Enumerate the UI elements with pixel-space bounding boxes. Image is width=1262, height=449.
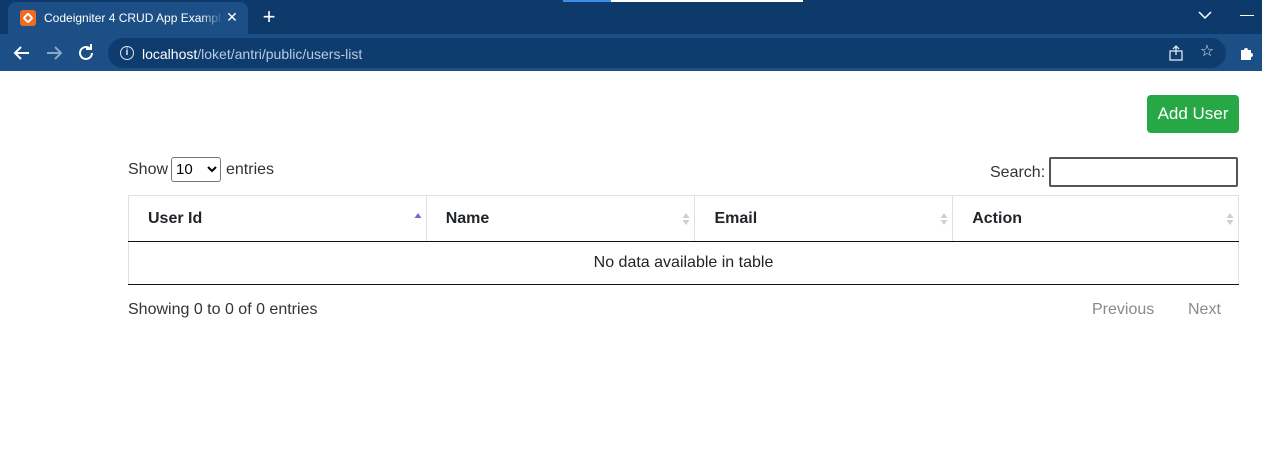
chevron-down-icon[interactable] [1196, 6, 1214, 24]
url-text[interactable]: localhost/loket/antri/public/users-list [142, 46, 362, 62]
close-tab-icon[interactable]: ✕ [224, 9, 240, 25]
entries-per-page-select[interactable]: 10 [171, 157, 221, 182]
extensions-puzzle-icon[interactable] [1238, 44, 1256, 62]
table-info: Showing 0 to 0 of 0 entries [128, 301, 318, 318]
browser-tab[interactable]: Codeigniter 4 CRUD App Example ✕ [8, 2, 248, 34]
next-page-button[interactable]: Next [1188, 301, 1221, 319]
tab-title: Codeigniter 4 CRUD App Example [44, 11, 220, 25]
browser-toolbar: i localhost/loket/antri/public/users-lis… [0, 34, 1262, 71]
minimize-window-button[interactable] [1240, 15, 1254, 16]
column-header-action[interactable]: Action [952, 195, 1239, 242]
users-table: User Id Name Email Action No data availa… [128, 195, 1239, 285]
sort-both-icon [940, 213, 948, 225]
new-tab-button[interactable]: + [258, 6, 280, 28]
tab-title-fade [200, 8, 224, 28]
entries-label: entries [226, 161, 275, 178]
sort-ascending-icon [414, 213, 422, 218]
loading-indicator [563, 0, 803, 2]
url-path: /loket/antri/public/users-list [197, 46, 363, 62]
search-label: Search: [990, 164, 1046, 181]
share-icon[interactable] [1168, 45, 1184, 61]
empty-table-message: No data available in table [128, 241, 1239, 285]
column-label: Name [445, 209, 490, 227]
column-label: Email [714, 209, 758, 227]
reload-icon[interactable] [74, 41, 98, 65]
address-bar[interactable]: i localhost/loket/antri/public/users-lis… [108, 38, 1226, 68]
table-row: No data available in table [128, 241, 1239, 285]
forward-arrow-icon[interactable] [42, 41, 66, 65]
browser-titlebar: Codeigniter 4 CRUD App Example ✕ + [0, 0, 1262, 34]
add-user-button[interactable]: Add User [1147, 95, 1239, 133]
search-input[interactable] [1049, 157, 1238, 187]
previous-page-button[interactable]: Previous [1092, 301, 1154, 319]
codeigniter-icon [20, 10, 36, 26]
site-info-icon[interactable]: i [120, 46, 134, 60]
column-header-name[interactable]: Name [425, 195, 696, 242]
column-header-email[interactable]: Email [694, 195, 954, 242]
back-arrow-icon[interactable] [10, 41, 34, 65]
show-label: Show [128, 161, 169, 178]
column-label: Action [972, 209, 1022, 227]
sort-both-icon [1226, 213, 1234, 225]
column-header-user-id[interactable]: User Id [128, 195, 427, 242]
bookmark-star-icon[interactable]: ☆ [1198, 43, 1216, 61]
url-host: localhost [142, 46, 198, 62]
column-label: User Id [148, 209, 203, 227]
table-header-row: User Id Name Email Action [128, 195, 1239, 242]
sort-both-icon [682, 213, 690, 225]
